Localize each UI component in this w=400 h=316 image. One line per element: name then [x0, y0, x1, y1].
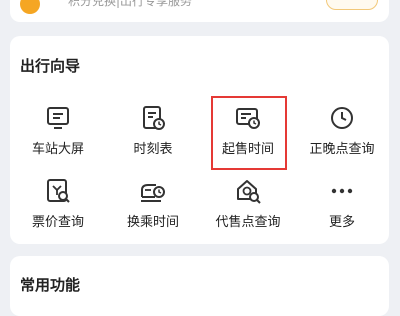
- train-transfer-icon: [141, 184, 165, 202]
- common-functions-title: 常用功能: [20, 276, 81, 294]
- more-icon: [331, 188, 353, 194]
- top-banner-button[interactable]: [326, 0, 378, 10]
- guide-item-label: 时刻表: [133, 142, 173, 157]
- top-banner-subtitle: 积分兑换|出行专享服务: [68, 0, 193, 8]
- highlight-box: [211, 96, 287, 170]
- guide-item-more[interactable]: 更多: [297, 177, 387, 230]
- guide-item-label: 更多: [328, 215, 355, 230]
- agency-search-icon: [237, 180, 261, 204]
- guide-item-station-screen[interactable]: 车站大屏: [13, 104, 103, 157]
- guide-item-label: 票价查询: [31, 215, 84, 230]
- travel-guide-title: 出行向导: [20, 57, 81, 75]
- clock-icon: [331, 107, 353, 129]
- timetable-icon: [143, 106, 165, 130]
- station-screen-icon: [47, 107, 69, 129]
- guide-item-agency-query[interactable]: 代售点查询: [203, 177, 293, 230]
- guide-item-delay-query[interactable]: 正晚点查询: [297, 104, 387, 157]
- fare-query-icon: [47, 179, 70, 203]
- guide-item-label: 换乘时间: [126, 215, 179, 230]
- guide-item-timetable[interactable]: 时刻表: [108, 104, 198, 157]
- guide-item-label: 代售点查询: [215, 215, 281, 230]
- guide-item-label: 车站大屏: [31, 142, 84, 157]
- guide-item-label: 正晚点查询: [309, 142, 375, 157]
- guide-item-transfer-time[interactable]: 换乘时间: [108, 177, 198, 230]
- guide-item-fare-query[interactable]: 票价查询: [13, 177, 103, 230]
